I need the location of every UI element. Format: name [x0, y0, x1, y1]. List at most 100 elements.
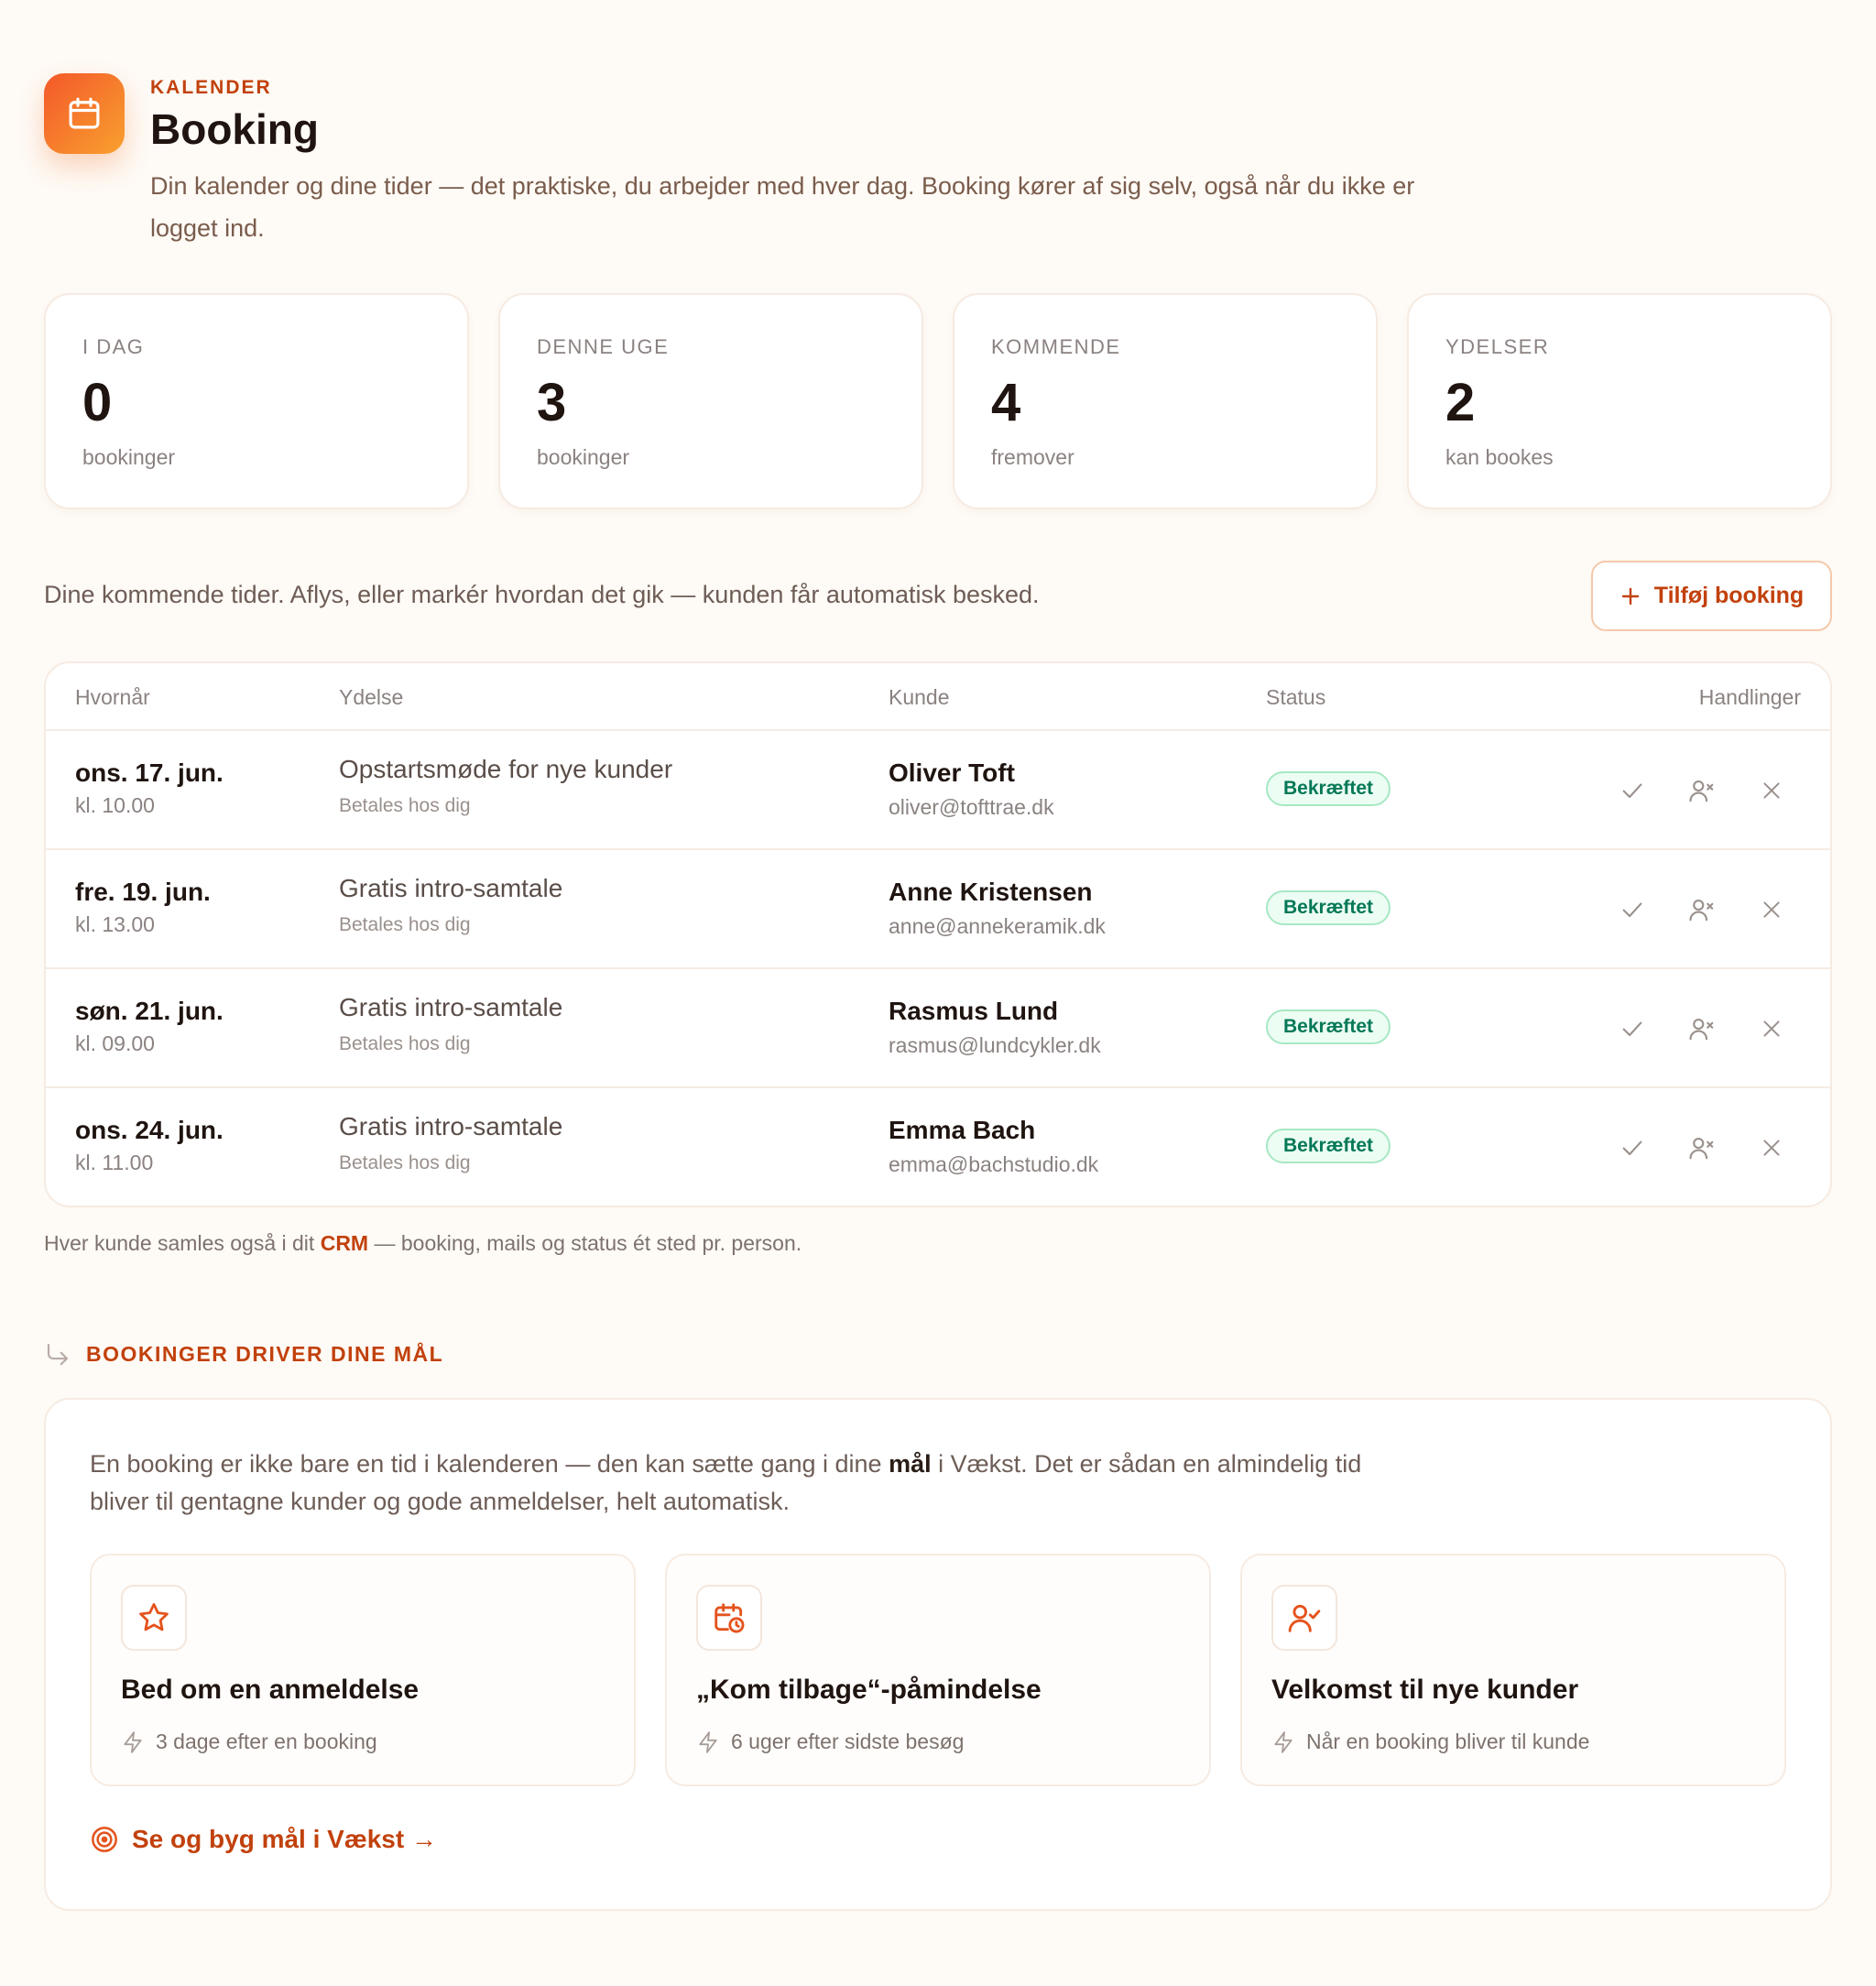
service-name: Gratis intro-samtale — [339, 993, 563, 1021]
user-x-icon — [1689, 1137, 1714, 1160]
user-check-icon — [1271, 1585, 1337, 1651]
lightning-icon — [699, 1730, 717, 1753]
stat-value: 4 — [991, 373, 1021, 432]
table-row: ons. 24. jun. kl. 11.00 Gratis intro-sam… — [46, 1088, 1830, 1206]
cancel-booking-button[interactable] — [1753, 1010, 1790, 1047]
goal-title: Bed om en anmeldelse — [121, 1675, 420, 1705]
goals-text-part: En booking er ikke bare en tid i kalende… — [90, 1450, 889, 1478]
goal-title: Velkomst til nye kunder — [1271, 1675, 1579, 1705]
table-row: fre. 19. jun. kl. 13.00 Gratis intro-sam… — [46, 850, 1830, 969]
goals-link-label: Se og byg mål i Vækst → — [132, 1825, 437, 1853]
customer-name: Oliver Toft — [889, 758, 1015, 787]
footnote-text: — booking, mails og status ét sted pr. p… — [368, 1231, 802, 1255]
check-icon — [1622, 1140, 1642, 1156]
close-icon — [1763, 782, 1780, 799]
calendar-icon — [44, 73, 125, 154]
user-x-icon — [1689, 899, 1714, 922]
lightning-icon — [1274, 1730, 1292, 1753]
customer-email: emma@bachstudio.dk — [889, 1152, 1099, 1176]
goals-text-bold: mål — [889, 1450, 932, 1478]
booking-date: ons. 24. jun. — [75, 1116, 224, 1144]
goal-card-reminder[interactable]: „Kom tilbage“-påmindelse 6 uger efter si… — [665, 1554, 1211, 1786]
goal-card-welcome[interactable]: Velkomst til nye kunder Når en booking b… — [1240, 1554, 1786, 1786]
plus-icon — [1621, 587, 1639, 605]
stat-label: I DAG — [82, 335, 145, 358]
booking-time: kl. 09.00 — [75, 1031, 155, 1055]
booking-date: fre. 19. jun. — [75, 878, 211, 906]
stat-card-services: YDELSER 2 kan bookes — [1407, 293, 1832, 509]
status-badge: Bekræftet — [1266, 771, 1391, 806]
mark-no-show-button[interactable] — [1684, 1010, 1720, 1047]
user-x-icon — [1689, 1018, 1714, 1041]
mark-no-show-button[interactable] — [1684, 1129, 1720, 1166]
payment-note: Betales hos dig — [339, 795, 471, 816]
mark-no-show-button[interactable] — [1684, 891, 1720, 928]
mark-completed-button[interactable] — [1614, 772, 1651, 809]
goals-description: En booking er ikke bare en tid i kalende… — [90, 1446, 1391, 1521]
customer-email: anne@annekeramik.dk — [889, 914, 1106, 938]
target-icon — [92, 1827, 117, 1852]
payment-note: Betales hos dig — [339, 1152, 471, 1173]
close-icon — [1763, 901, 1780, 918]
close-icon — [1763, 1140, 1780, 1156]
mark-completed-button[interactable] — [1614, 1010, 1651, 1047]
add-booking-button[interactable]: Tilføj booking — [1591, 561, 1832, 631]
goal-trigger-text: 6 uger efter sidste besøg — [731, 1730, 965, 1753]
column-header-actions: Handlinger — [1698, 685, 1801, 709]
stats-row: I DAG 0 bookinger DENNE UGE 3 bookinger … — [44, 293, 1832, 509]
goal-trigger-text: Når en booking bliver til kunde — [1306, 1730, 1590, 1753]
cancel-booking-button[interactable] — [1753, 772, 1790, 809]
goal-card-review[interactable]: Bed om en anmeldelse 3 dage efter en boo… — [90, 1554, 636, 1786]
column-header-status: Status — [1266, 685, 1326, 709]
table-row: ons. 17. jun. kl. 10.00 Opstartsmøde for… — [46, 731, 1830, 850]
check-icon — [1622, 1021, 1642, 1037]
bookings-table: Hvornår Ydelse Kunde Status Handlinger o… — [44, 661, 1832, 1207]
table-row: søn. 21. jun. kl. 09.00 Gratis intro-sam… — [46, 969, 1830, 1088]
stat-card-today: I DAG 0 bookinger — [44, 293, 469, 509]
booking-date: søn. 21. jun. — [75, 997, 224, 1025]
crm-link[interactable]: CRM — [321, 1231, 368, 1255]
customer-name: Rasmus Lund — [889, 997, 1059, 1025]
stat-value: 3 — [537, 373, 567, 432]
goals-link[interactable]: Se og byg mål i Vækst → — [90, 1825, 437, 1854]
page-intro: Din kalender og dine tider — det praktis… — [150, 172, 1415, 242]
table-header: Hvornår Ydelse Kunde Status Handlinger — [46, 663, 1830, 731]
goal-title: „Kom tilbage“-påmindelse — [696, 1675, 1042, 1705]
stat-card-week: DENNE UGE 3 bookinger — [498, 293, 923, 509]
column-header-when: Hvornår — [75, 685, 150, 709]
goal-trigger: 3 dage efter en booking — [121, 1730, 377, 1754]
status-badge: Bekræftet — [1266, 1129, 1391, 1163]
service-name: Gratis intro-samtale — [339, 874, 563, 902]
customer-name: Anne Kristensen — [889, 878, 1093, 906]
add-booking-label: Tilføj booking — [1653, 583, 1805, 608]
status-badge: Bekræftet — [1266, 1009, 1391, 1044]
payment-note: Betales hos dig — [339, 1033, 471, 1054]
corner-down-right-icon — [47, 1343, 69, 1366]
stat-label: YDELSER — [1445, 335, 1550, 358]
customer-email: oliver@tofttrae.dk — [889, 795, 1054, 819]
mark-no-show-button[interactable] — [1684, 772, 1720, 809]
calendar-clock-icon — [696, 1585, 762, 1651]
column-header-service: Ydelse — [339, 685, 404, 709]
service-name: Opstartsmøde for nye kunder — [339, 755, 673, 783]
mark-completed-button[interactable] — [1614, 1129, 1651, 1166]
cancel-booking-button[interactable] — [1753, 891, 1790, 928]
customer-name: Emma Bach — [889, 1116, 1036, 1144]
bookings-description: Dine kommende tider. Aflys, eller markér… — [44, 581, 1040, 608]
user-x-icon — [1689, 780, 1714, 802]
star-icon — [121, 1585, 187, 1651]
stat-value: 0 — [82, 373, 113, 432]
footnote-text: Hver kunde samles også i dit — [44, 1231, 321, 1255]
stat-label: DENNE UGE — [537, 335, 670, 358]
booking-time: kl. 11.00 — [75, 1151, 154, 1174]
goal-trigger: 6 uger efter sidste besøg — [696, 1730, 964, 1754]
booking-date: ons. 17. jun. — [75, 758, 224, 787]
stat-sub: kan bookes — [1445, 445, 1554, 469]
booking-time: kl. 10.00 — [75, 793, 155, 817]
goals-eyebrow-label: BOOKINGER DRIVER DINE MÅL — [86, 1341, 444, 1366]
mark-completed-button[interactable] — [1614, 891, 1651, 928]
goals-eyebrow: BOOKINGER DRIVER DINE MÅL — [44, 1337, 443, 1370]
cancel-booking-button[interactable] — [1753, 1129, 1790, 1166]
customer-email: rasmus@lundcykler.dk — [889, 1033, 1101, 1057]
stat-label: KOMMENDE — [991, 335, 1121, 358]
